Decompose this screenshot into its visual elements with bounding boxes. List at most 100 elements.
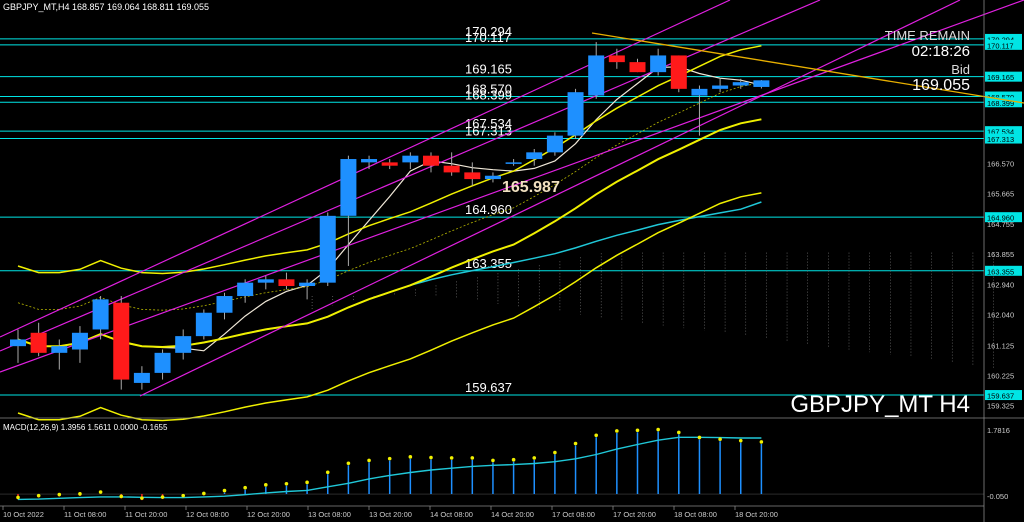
macd-dot — [57, 492, 62, 497]
price-tick-label: 161.125 — [987, 341, 1014, 350]
level-label: 164.960 — [465, 202, 512, 217]
level-tag-text: 170.117 — [987, 41, 1014, 50]
bull-candle — [237, 282, 254, 297]
macd-dot — [573, 441, 578, 446]
bear-candle — [443, 165, 460, 173]
macd-dot — [594, 433, 598, 438]
time-remain-label: TIME REMAIN — [885, 28, 970, 43]
macd-label: MACD(12,26,9) 1.3956 1.5611 0.0000 -0.16… — [3, 423, 168, 432]
price-tick-label: 164.755 — [987, 220, 1014, 229]
level-tag-text: 169.165 — [987, 73, 1014, 82]
macd-dot — [16, 495, 20, 500]
bull-candle — [340, 159, 357, 216]
macd-dot — [78, 492, 82, 496]
time-tick-label: 13 Oct 08:00 — [308, 510, 351, 519]
bear-candle — [423, 155, 439, 166]
macd-dot — [387, 456, 392, 461]
bear-candle — [113, 302, 130, 380]
bid-value: 169.055 — [912, 77, 970, 94]
macd-dot — [367, 458, 371, 463]
symbol-label: GBPJPY_MT H4 — [790, 391, 970, 418]
bull-candle — [546, 135, 563, 153]
macd-dot — [759, 440, 764, 444]
price-tick-label: 159.325 — [987, 401, 1014, 410]
bull-candle — [216, 296, 233, 313]
bull-candle — [299, 282, 316, 287]
bear-candle — [278, 279, 295, 287]
time-tick-label: 13 Oct 20:00 — [369, 510, 412, 519]
bull-candle — [526, 152, 543, 160]
macd-dot — [98, 490, 103, 494]
macd-dot — [470, 456, 475, 460]
bull-candle — [753, 80, 770, 87]
bull-candle — [402, 155, 419, 163]
macd-dot — [718, 437, 722, 442]
bull-candle — [319, 215, 336, 283]
bull-candle — [195, 312, 212, 337]
level-label: 168.399 — [465, 87, 512, 102]
bear-candle — [629, 62, 646, 73]
bear-candle — [381, 162, 398, 166]
price-tick-label: 165.665 — [987, 190, 1014, 199]
macd-dot — [532, 456, 537, 460]
macd-dot — [511, 457, 516, 462]
macd-dot — [346, 461, 351, 466]
bear-candle — [608, 55, 625, 63]
bear-candle — [30, 332, 47, 353]
price-chart: 170.294170.294170.117170.117169.165169.1… — [0, 0, 1024, 522]
level-label: 163.355 — [465, 256, 512, 271]
time-remain-value: 02:18:26 — [912, 43, 970, 60]
bull-candle — [71, 332, 88, 350]
macd-dot — [36, 493, 41, 498]
macd-dot — [635, 428, 640, 433]
price-tick-label: 166.570 — [987, 159, 1014, 168]
bull-candle — [732, 82, 749, 86]
macd-tick-label: -0.050 — [987, 492, 1008, 501]
highlight-price: 165.987 — [502, 179, 560, 196]
macd-dot — [408, 455, 413, 459]
bull-candle — [712, 85, 729, 89]
level-tag-text: 159.637 — [987, 392, 1014, 401]
level-label: 159.637 — [465, 380, 512, 395]
macd-dot — [677, 430, 681, 435]
bull-candle — [588, 55, 605, 96]
macd-dot — [305, 480, 309, 485]
time-tick-label: 18 Oct 20:00 — [735, 510, 778, 519]
bull-candle — [484, 175, 501, 180]
macd-dot — [738, 438, 743, 443]
bull-candle — [505, 162, 522, 164]
level-tag-text: 163.355 — [987, 267, 1014, 276]
bear-candle — [670, 55, 687, 89]
time-tick-label: 14 Oct 08:00 — [430, 510, 473, 519]
macd-tick-label: 1.7816 — [987, 426, 1010, 435]
macd-dot — [656, 427, 660, 432]
macd-dot — [491, 458, 495, 463]
macd-dot — [284, 481, 289, 486]
bull-candle — [10, 339, 26, 347]
header-text: GBPJPY_MT,H4 168.857 169.064 168.811 169… — [3, 2, 209, 12]
macd-dot — [140, 496, 144, 500]
bull-candle — [691, 88, 708, 96]
macd-dot — [264, 483, 268, 487]
time-tick-label: 11 Oct 20:00 — [125, 510, 167, 519]
macd-dot — [160, 495, 165, 499]
time-tick-label: 17 Oct 20:00 — [613, 510, 656, 519]
bull-candle — [650, 55, 667, 73]
bull-candle — [361, 159, 378, 163]
time-tick-label: 12 Oct 08:00 — [186, 510, 229, 519]
level-label: 169.165 — [465, 62, 512, 77]
bull-candle — [175, 336, 192, 353]
bull-candle — [133, 372, 150, 383]
macd-dot — [243, 485, 247, 490]
level-tag-text: 167.313 — [987, 135, 1014, 144]
price-tick-label: 162.040 — [987, 311, 1014, 320]
bull-candle — [257, 279, 274, 283]
time-tick-label: 17 Oct 08:00 — [552, 510, 595, 519]
price-tick-label: 160.225 — [987, 371, 1014, 380]
macd-dot — [553, 450, 557, 455]
time-tick-label: 10 Oct 2022 — [3, 510, 44, 519]
macd-dot — [697, 435, 702, 440]
time-tick-label: 14 Oct 20:00 — [491, 510, 534, 519]
macd-dot — [429, 455, 433, 460]
bear-candle — [464, 172, 481, 180]
